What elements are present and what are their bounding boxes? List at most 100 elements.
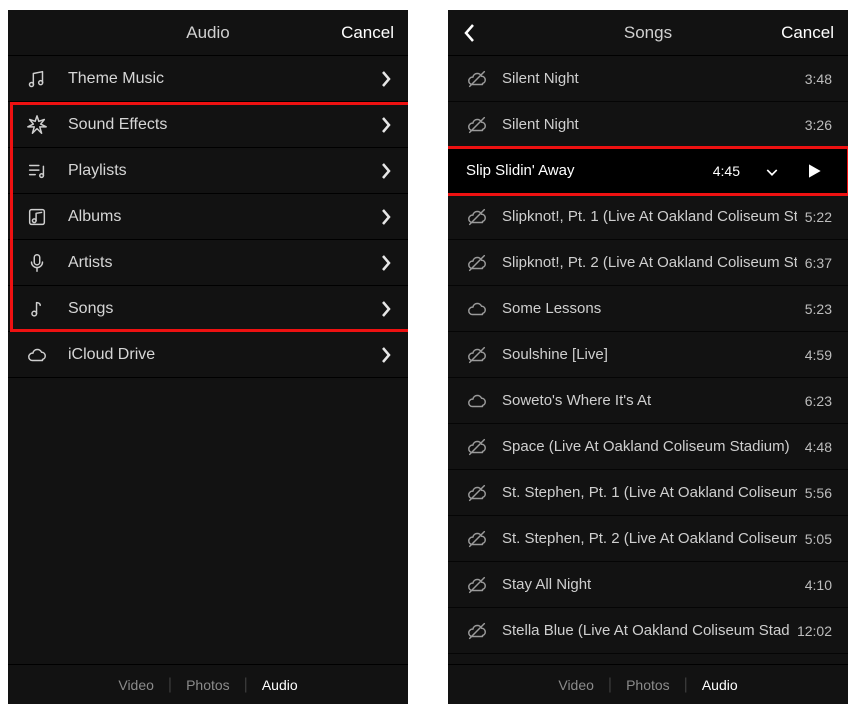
song-title: Soweto's Where It's At: [490, 392, 797, 409]
audio-category-list: Theme Music Sound Effects Playlists Albums A…: [8, 56, 408, 664]
chevron-right-icon: [380, 207, 392, 227]
category-row-songs[interactable]: Songs: [8, 286, 408, 332]
category-row-theme-music[interactable]: Theme Music: [8, 56, 408, 102]
song-title: Stay All Night: [490, 576, 797, 593]
song-duration: 4:59: [805, 347, 832, 363]
cloud-icon: [26, 344, 54, 366]
cloud-off-icon: [466, 252, 490, 274]
single-note-icon: [26, 298, 54, 320]
footer-tab-video[interactable]: Video: [544, 677, 608, 693]
songs-header: Songs Cancel: [448, 10, 848, 56]
category-label: Songs: [54, 300, 380, 318]
chevron-right-icon: [380, 345, 392, 365]
song-row[interactable]: Soulshine [Live] 4:59: [448, 332, 848, 378]
song-row[interactable]: Slip Slidin' Away 4:45: [448, 148, 848, 194]
songs-cancel-button[interactable]: Cancel: [781, 23, 834, 43]
song-row[interactable]: St. Stephen, Pt. 2 (Live At Oakland Coli…: [448, 516, 848, 562]
cloud-off-icon: [466, 620, 490, 642]
chevron-right-icon: [380, 253, 392, 273]
song-row[interactable]: Some Lessons 5:23: [448, 286, 848, 332]
songs-header-title: Songs: [624, 23, 672, 43]
song-row[interactable]: Soweto's Where It's At 6:23: [448, 378, 848, 424]
cloud-off-icon: [466, 528, 490, 550]
song-title: Slip Slidin' Away: [466, 162, 705, 179]
song-duration: 3:26: [805, 117, 832, 133]
song-title: St. Stephen, Pt. 2 (Live At Oakland Coli…: [490, 530, 797, 547]
footer-tab-photos[interactable]: Photos: [172, 677, 244, 693]
song-row[interactable]: Stay All Night 4:10: [448, 562, 848, 608]
song-duration: 4:48: [805, 439, 832, 455]
song-duration: 5:22: [805, 209, 832, 225]
category-row-playlists[interactable]: Playlists: [8, 148, 408, 194]
burst-icon: [26, 114, 54, 136]
category-row-artists[interactable]: Artists: [8, 240, 408, 286]
song-duration: 12:02: [797, 623, 832, 639]
song-title: Slipknot!, Pt. 1 (Live At Oakland Colise…: [490, 208, 797, 225]
song-row[interactable]: St. Stephen, Pt. 1 (Live At Oakland Coli…: [448, 470, 848, 516]
cloud-off-icon: [466, 344, 490, 366]
category-label: iCloud Drive: [54, 346, 380, 364]
audio-panel: Audio Cancel Theme Music Sound Effects Pla…: [8, 10, 408, 704]
song-row[interactable]: Slipknot!, Pt. 2 (Live At Oakland Colise…: [448, 240, 848, 286]
cloud-off-icon: [466, 482, 490, 504]
category-row-icloud-drive[interactable]: iCloud Drive: [8, 332, 408, 378]
song-title: Silent Night: [490, 116, 797, 133]
song-row[interactable]: Silent Night 3:26: [448, 102, 848, 148]
category-label: Playlists: [54, 162, 380, 180]
category-label: Sound Effects: [54, 116, 380, 134]
category-row-sound-effects[interactable]: Sound Effects: [8, 102, 408, 148]
category-row-albums[interactable]: Albums: [8, 194, 408, 240]
song-duration: 6:23: [805, 393, 832, 409]
song-title: Space (Live At Oakland Coliseum Stadium): [490, 438, 797, 455]
category-label: Artists: [54, 254, 380, 272]
song-duration: 5:23: [805, 301, 832, 317]
category-label: Albums: [54, 208, 380, 226]
chevron-right-icon: [380, 69, 392, 89]
song-row[interactable]: Silent Night 3:48: [448, 56, 848, 102]
songs-panel: Songs Cancel Silent Night3:48Silent Nigh…: [448, 10, 848, 704]
chevron-left-icon: [462, 22, 476, 44]
song-title: Some Lessons: [490, 300, 797, 317]
song-title: Slipknot!, Pt. 2 (Live At Oakland Colise…: [490, 254, 797, 271]
song-duration: 3:48: [805, 71, 832, 87]
songs-footer-tabs: Video|Photos|Audio: [448, 664, 848, 704]
footer-tab-photos[interactable]: Photos: [612, 677, 684, 693]
song-title: Soulshine [Live]: [490, 346, 797, 363]
audio-cancel-button[interactable]: Cancel: [341, 23, 394, 43]
song-row[interactable]: Stella Blue (Live At Oakland Coliseum St…: [448, 608, 848, 654]
cloud-off-icon: [466, 68, 490, 90]
cloud-icon: [466, 390, 490, 412]
song-row[interactable]: Space (Live At Oakland Coliseum Stadium)…: [448, 424, 848, 470]
footer-tab-audio[interactable]: Audio: [688, 677, 752, 693]
song-duration: 5:05: [805, 531, 832, 547]
song-duration: 4:45: [713, 163, 740, 179]
audio-footer-tabs: Video|Photos|Audio: [8, 664, 408, 704]
song-row[interactable]: Slipknot!, Pt. 1 (Live At Oakland Colise…: [448, 194, 848, 240]
audio-header: Audio Cancel: [8, 10, 408, 56]
song-duration: 5:56: [805, 485, 832, 501]
footer-tab-audio[interactable]: Audio: [248, 677, 312, 693]
play-button[interactable]: [796, 156, 832, 186]
album-icon: [26, 206, 54, 228]
cloud-off-icon: [466, 206, 490, 228]
song-title: Silent Night: [490, 70, 797, 87]
song-duration: 4:10: [805, 577, 832, 593]
cloud-off-icon: [466, 114, 490, 136]
mic-icon: [26, 252, 54, 274]
song-title: Stella Blue (Live At Oakland Coliseum St…: [490, 622, 789, 639]
chevron-right-icon: [380, 161, 392, 181]
cloud-off-icon: [466, 574, 490, 596]
audio-header-title: Audio: [186, 23, 229, 43]
song-duration: 6:37: [805, 255, 832, 271]
download-button[interactable]: [754, 156, 790, 186]
music-note-icon: [26, 68, 54, 90]
chevron-right-icon: [380, 115, 392, 135]
songs-list: Silent Night 3:48 Silent Night 3:26 Slip Sli…: [448, 56, 848, 664]
song-title: St. Stephen, Pt. 1 (Live At Oakland Coli…: [490, 484, 797, 501]
back-button[interactable]: [462, 22, 476, 44]
playlist-icon: [26, 160, 54, 182]
footer-tab-video[interactable]: Video: [104, 677, 168, 693]
song-actions: [754, 156, 832, 186]
cloud-icon: [466, 298, 490, 320]
cloud-off-icon: [466, 436, 490, 458]
